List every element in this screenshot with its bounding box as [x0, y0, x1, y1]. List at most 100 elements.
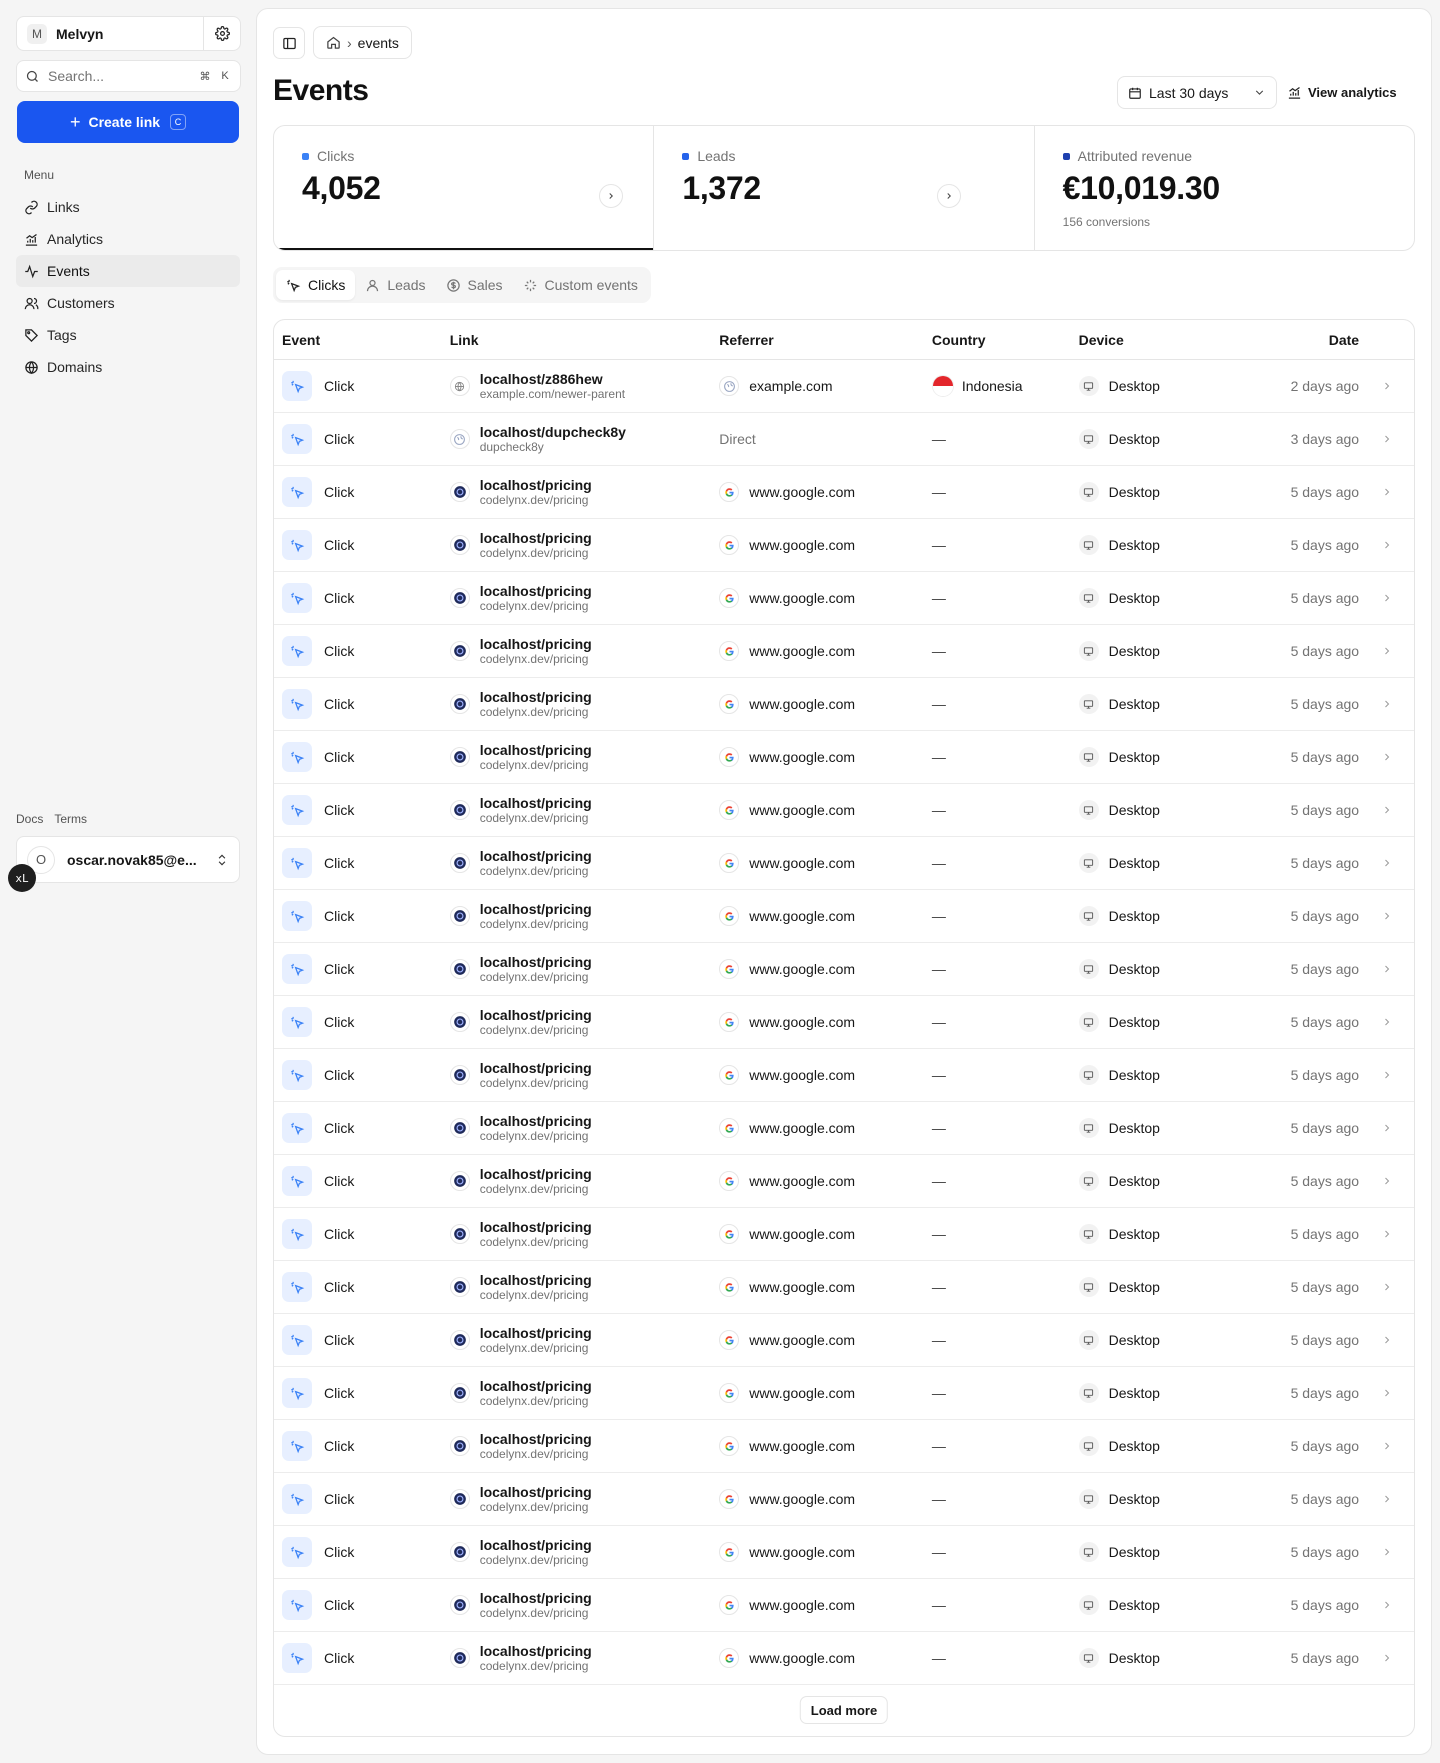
short-link[interactable]: localhost/pricing — [480, 1166, 592, 1182]
short-link[interactable]: localhost/pricing — [480, 583, 592, 599]
row-chevron-right-icon[interactable] — [1359, 645, 1414, 657]
table-row[interactable]: Click localhost/pricing codelynx.dev/pri… — [274, 784, 1414, 837]
sidebar-item-analytics[interactable]: Analytics — [16, 223, 240, 255]
view-analytics-button[interactable]: View analytics — [1287, 76, 1397, 109]
stat-card-leads[interactable]: Leads 1,372 — [653, 126, 1033, 250]
row-chevron-right-icon[interactable] — [1359, 1440, 1414, 1452]
short-link[interactable]: localhost/pricing — [480, 1378, 592, 1394]
short-link[interactable]: localhost/pricing — [480, 848, 592, 864]
table-row[interactable]: Click localhost/pricing codelynx.dev/pri… — [274, 466, 1414, 519]
terms-link[interactable]: Terms — [54, 812, 87, 826]
table-row[interactable]: Click localhost/pricing codelynx.dev/pri… — [274, 519, 1414, 572]
table-row[interactable]: Click localhost/pricing codelynx.dev/pri… — [274, 1261, 1414, 1314]
row-chevron-right-icon[interactable] — [1359, 1493, 1414, 1505]
short-link[interactable]: localhost/pricing — [480, 1060, 592, 1076]
table-row[interactable]: Click localhost/pricing codelynx.dev/pri… — [274, 1155, 1414, 1208]
short-link[interactable]: localhost/pricing — [480, 636, 592, 652]
row-chevron-right-icon[interactable] — [1359, 751, 1414, 763]
tab-leads[interactable]: Leads — [355, 270, 435, 300]
row-chevron-right-icon[interactable] — [1359, 1016, 1414, 1028]
row-chevron-right-icon[interactable] — [1359, 910, 1414, 922]
short-link[interactable]: localhost/pricing — [480, 954, 592, 970]
table-row[interactable]: Click localhost/pricing codelynx.dev/pri… — [274, 1526, 1414, 1579]
short-link[interactable]: localhost/pricing — [480, 1484, 592, 1500]
workspace-button[interactable]: M Melvyn — [17, 17, 204, 50]
table-row[interactable]: Click localhost/pricing codelynx.dev/pri… — [274, 943, 1414, 996]
sidebar-item-customers[interactable]: Customers — [16, 287, 240, 319]
short-link[interactable]: localhost/pricing — [480, 1007, 592, 1023]
table-row[interactable]: Click localhost/pricing codelynx.dev/pri… — [274, 1579, 1414, 1632]
stat-card-revenue[interactable]: Attributed revenue €10,019.30 156 conver… — [1033, 126, 1414, 250]
row-chevron-right-icon[interactable] — [1359, 1546, 1414, 1558]
table-row[interactable]: Click localhost/pricing codelynx.dev/pri… — [274, 572, 1414, 625]
short-link[interactable]: localhost/pricing — [480, 742, 592, 758]
date-range-select[interactable]: Last 30 days — [1117, 76, 1277, 109]
row-chevron-right-icon[interactable] — [1359, 592, 1414, 604]
table-row[interactable]: Click localhost/z886hew example.com/newe… — [274, 360, 1414, 413]
short-link[interactable]: localhost/dupcheck8y — [480, 424, 626, 440]
short-link[interactable]: localhost/pricing — [480, 689, 592, 705]
row-chevron-right-icon[interactable] — [1359, 1228, 1414, 1240]
settings-button[interactable] — [204, 17, 240, 50]
table-row[interactable]: Click localhost/pricing codelynx.dev/pri… — [274, 890, 1414, 943]
table-row[interactable]: Click localhost/pricing codelynx.dev/pri… — [274, 731, 1414, 784]
table-row[interactable]: Click localhost/pricing codelynx.dev/pri… — [274, 996, 1414, 1049]
row-chevron-right-icon[interactable] — [1359, 1334, 1414, 1346]
home-icon[interactable] — [326, 35, 341, 50]
short-link[interactable]: localhost/pricing — [480, 1537, 592, 1553]
search-input[interactable]: Search... — [48, 68, 192, 84]
docs-link[interactable]: Docs — [16, 812, 43, 826]
row-chevron-right-icon[interactable] — [1359, 1122, 1414, 1134]
row-chevron-right-icon[interactable] — [1359, 1652, 1414, 1664]
sidebar-item-domains[interactable]: Domains — [16, 351, 240, 383]
table-row[interactable]: Click localhost/pricing codelynx.dev/pri… — [274, 678, 1414, 731]
table-row[interactable]: Click localhost/pricing codelynx.dev/pri… — [274, 1420, 1414, 1473]
short-link[interactable]: localhost/pricing — [480, 530, 592, 546]
tab-clicks[interactable]: Clicks — [276, 270, 356, 300]
table-row[interactable]: Click localhost/pricing codelynx.dev/pri… — [274, 1632, 1414, 1685]
row-chevron-right-icon[interactable] — [1359, 380, 1414, 392]
short-link[interactable]: localhost/pricing — [480, 1431, 592, 1447]
table-row[interactable]: Click localhost/pricing codelynx.dev/pri… — [274, 1314, 1414, 1367]
create-link-button[interactable]: + Create link C — [17, 101, 239, 143]
row-chevron-right-icon[interactable] — [1359, 698, 1414, 710]
table-row[interactable]: Click localhost/pricing codelynx.dev/pri… — [274, 1473, 1414, 1526]
row-chevron-right-icon[interactable] — [1359, 1069, 1414, 1081]
tab-sales[interactable]: Sales — [436, 270, 513, 300]
row-chevron-right-icon[interactable] — [1359, 433, 1414, 445]
row-chevron-right-icon[interactable] — [1359, 539, 1414, 551]
row-chevron-right-icon[interactable] — [1359, 1387, 1414, 1399]
table-row[interactable]: Click localhost/pricing codelynx.dev/pri… — [274, 1208, 1414, 1261]
short-link[interactable]: localhost/pricing — [480, 1643, 592, 1659]
short-link[interactable]: localhost/pricing — [480, 1113, 592, 1129]
sidebar-toggle-button[interactable] — [273, 27, 305, 59]
short-link[interactable]: localhost/pricing — [480, 1272, 592, 1288]
table-row[interactable]: Click localhost/pricing codelynx.dev/pri… — [274, 1102, 1414, 1155]
short-link[interactable]: localhost/pricing — [480, 1219, 592, 1235]
sidebar-item-events[interactable]: Events — [16, 255, 240, 287]
row-chevron-right-icon[interactable] — [1359, 857, 1414, 869]
tab-custom-events[interactable]: Custom events — [513, 270, 648, 300]
table-row[interactable]: Click localhost/dupcheck8y dupcheck8y Di… — [274, 413, 1414, 466]
short-link[interactable]: localhost/pricing — [480, 795, 592, 811]
table-row[interactable]: Click localhost/pricing codelynx.dev/pri… — [274, 1367, 1414, 1420]
user-menu[interactable]: O oscar.novak85@e... — [16, 836, 240, 883]
row-chevron-right-icon[interactable] — [1359, 804, 1414, 816]
table-row[interactable]: Click localhost/pricing codelynx.dev/pri… — [274, 625, 1414, 678]
sidebar-item-links[interactable]: Links — [16, 191, 240, 223]
row-chevron-right-icon[interactable] — [1359, 486, 1414, 498]
row-chevron-right-icon[interactable] — [1359, 1599, 1414, 1611]
short-link[interactable]: localhost/z886hew — [480, 371, 625, 387]
search-box[interactable]: Search... ⌘ K — [16, 60, 241, 92]
sidebar-item-tags[interactable]: Tags — [16, 319, 240, 351]
short-link[interactable]: localhost/pricing — [480, 477, 592, 493]
row-chevron-right-icon[interactable] — [1359, 1281, 1414, 1293]
stat-card-clicks[interactable]: Clicks 4,052 — [274, 126, 654, 250]
table-row[interactable]: Click localhost/pricing codelynx.dev/pri… — [274, 1049, 1414, 1102]
table-row[interactable]: Click localhost/pricing codelynx.dev/pri… — [274, 837, 1414, 890]
short-link[interactable]: localhost/pricing — [480, 1325, 592, 1341]
row-chevron-right-icon[interactable] — [1359, 1175, 1414, 1187]
workspace-switcher[interactable]: M Melvyn — [16, 16, 241, 51]
short-link[interactable]: localhost/pricing — [480, 901, 592, 917]
load-more-button[interactable]: Load more — [799, 1696, 889, 1724]
